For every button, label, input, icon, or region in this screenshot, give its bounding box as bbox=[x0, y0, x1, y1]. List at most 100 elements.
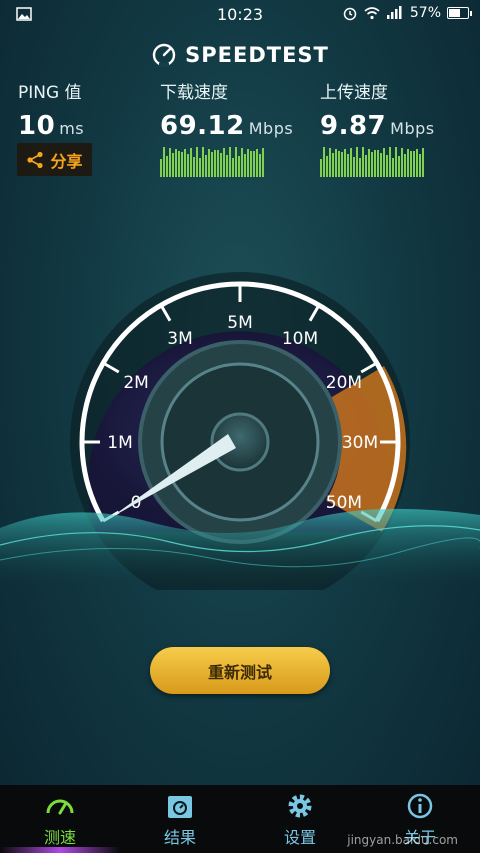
graph-bar bbox=[422, 147, 424, 177]
download-label: 下载速度 bbox=[160, 83, 228, 103]
graph-bar bbox=[416, 148, 418, 177]
gauge-tick-label: 2M bbox=[123, 373, 148, 393]
graph-bar bbox=[223, 148, 225, 177]
ping-unit: ms bbox=[59, 119, 85, 138]
graph-bar bbox=[371, 152, 373, 177]
ping-label: PING 值 bbox=[18, 83, 82, 103]
bottom-nav: 测速 结果 设置 关于 jingyan.baidu.com bbox=[0, 785, 480, 853]
graph-bar bbox=[338, 150, 340, 177]
app-title: SPEEDTEST bbox=[185, 43, 329, 67]
graph-bar bbox=[229, 147, 231, 177]
graph-bar bbox=[184, 148, 186, 177]
speed-gauge: 01M2M3M5M10M20M30M50M bbox=[0, 260, 480, 612]
active-tab-indicator bbox=[0, 847, 120, 853]
graph-bar bbox=[238, 156, 240, 177]
gauge-tick-label: 20M bbox=[326, 373, 362, 393]
graph-bar bbox=[169, 147, 171, 177]
graph-bar bbox=[250, 150, 252, 177]
graph-bar bbox=[329, 147, 331, 177]
graph-bar bbox=[196, 147, 198, 177]
graph-bar bbox=[320, 159, 322, 177]
upload-graph bbox=[320, 147, 425, 177]
graph-bar bbox=[353, 157, 355, 177]
graph-bar bbox=[323, 147, 325, 177]
nav-speedtest[interactable]: 测速 bbox=[0, 785, 120, 853]
results-icon bbox=[168, 795, 192, 818]
wifi-icon bbox=[364, 7, 380, 20]
gauge-tick-label: 10M bbox=[282, 329, 318, 349]
graph-bar bbox=[217, 149, 219, 177]
graph-bar bbox=[350, 147, 352, 177]
nav-speedtest-label: 测速 bbox=[43, 827, 76, 847]
gear-icon bbox=[288, 794, 312, 817]
graph-bar bbox=[166, 156, 168, 177]
upload-stat: 上传速度 9.87 Mbps bbox=[320, 78, 435, 177]
upload-unit: Mbps bbox=[390, 119, 435, 138]
graph-bar bbox=[335, 149, 337, 177]
speedometer-icon bbox=[46, 799, 74, 814]
nav-results[interactable]: 结果 bbox=[120, 785, 240, 853]
graph-bar bbox=[202, 147, 204, 177]
graph-bar bbox=[368, 148, 370, 177]
graph-bar bbox=[413, 151, 415, 177]
ping-value: 10 bbox=[18, 111, 56, 141]
graph-bar bbox=[163, 147, 165, 177]
share-icon bbox=[27, 151, 44, 168]
graph-bar bbox=[365, 154, 367, 177]
graph-bar bbox=[253, 151, 255, 177]
graph-bar bbox=[359, 157, 361, 177]
gauge-tick-label: 3M bbox=[167, 329, 192, 349]
graph-bar bbox=[172, 153, 174, 177]
graph-bar bbox=[386, 155, 388, 177]
app-header: SPEEDTEST bbox=[0, 42, 480, 68]
graph-bar bbox=[262, 147, 264, 177]
graph-bar bbox=[181, 151, 183, 177]
graph-bar bbox=[341, 151, 343, 177]
graph-bar bbox=[160, 159, 162, 177]
graph-bar bbox=[356, 147, 358, 177]
graph-bar bbox=[389, 147, 391, 177]
graph-bar bbox=[374, 150, 376, 177]
graph-bar bbox=[407, 149, 409, 177]
share-button[interactable]: 分享 bbox=[17, 143, 92, 176]
graph-bar bbox=[395, 147, 397, 177]
graph-bar bbox=[247, 149, 249, 177]
gauge-tick-label: 1M bbox=[107, 433, 132, 453]
graph-bar bbox=[380, 152, 382, 177]
graph-bar bbox=[326, 156, 328, 177]
graph-bar bbox=[259, 153, 261, 177]
graph-bar bbox=[241, 147, 243, 177]
graph-bar bbox=[232, 158, 234, 177]
battery-icon bbox=[447, 7, 469, 19]
graph-bar bbox=[256, 148, 258, 177]
graph-bar bbox=[175, 149, 177, 177]
alarm-icon bbox=[343, 7, 357, 21]
download-graph bbox=[160, 147, 265, 177]
graph-bar bbox=[235, 147, 237, 177]
graph-bar bbox=[187, 154, 189, 177]
graph-bar bbox=[404, 153, 406, 177]
graph-bar bbox=[344, 148, 346, 177]
ping-stat: PING 值 10 ms bbox=[18, 78, 84, 141]
graph-bar bbox=[332, 153, 334, 177]
graph-bar bbox=[205, 154, 207, 177]
watermark: jingyan.baidu.com bbox=[347, 833, 458, 847]
share-label: 分享 bbox=[50, 151, 83, 171]
nav-settings[interactable]: 设置 bbox=[240, 785, 360, 853]
gauge-tick-label: 30M bbox=[342, 433, 378, 453]
retest-button[interactable]: 重新测试 bbox=[150, 647, 330, 694]
graph-bar bbox=[362, 147, 364, 177]
nav-results-label: 结果 bbox=[163, 827, 196, 847]
status-bar: 10:23 57% bbox=[0, 0, 480, 30]
graph-bar bbox=[347, 154, 349, 177]
gauge-tick-label: 5M bbox=[227, 313, 252, 333]
battery-percent: 57% bbox=[409, 5, 441, 21]
nav-settings-label: 设置 bbox=[283, 827, 316, 847]
graph-bar bbox=[190, 147, 192, 177]
graph-bar bbox=[211, 152, 213, 177]
graph-bar bbox=[244, 153, 246, 177]
graph-bar bbox=[214, 150, 216, 177]
graph-bar bbox=[398, 156, 400, 177]
graph-bar bbox=[410, 150, 412, 177]
graph-bar bbox=[419, 153, 421, 177]
